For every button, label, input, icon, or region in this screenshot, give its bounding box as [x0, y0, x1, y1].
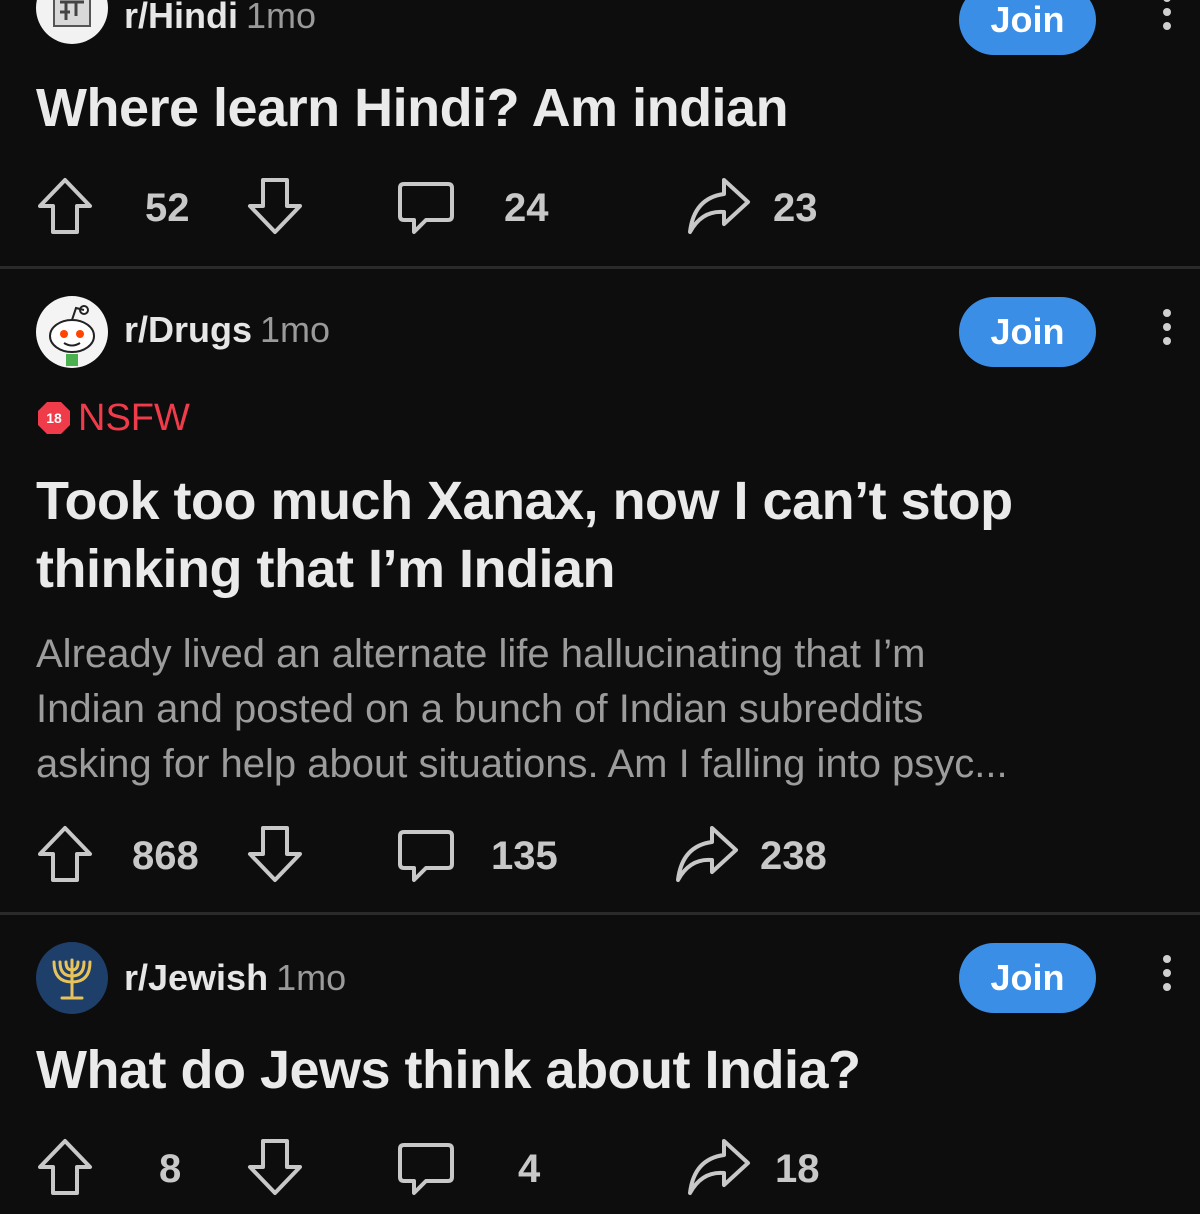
more-options-icon[interactable]	[1152, 303, 1182, 363]
join-button[interactable]: Join	[959, 0, 1096, 55]
post-body-line: Indian and posted on a bunch of Indian s…	[36, 687, 924, 731]
subreddit-avatar[interactable]	[36, 0, 108, 44]
upvote-count: 52	[145, 186, 190, 230]
more-options-icon[interactable]	[1152, 0, 1182, 48]
comment-icon[interactable]	[396, 826, 456, 886]
post-card[interactable]: r/Hindi 1mo Join Where learn Hindi? Am in…	[0, 0, 1200, 266]
share-icon[interactable]	[686, 1135, 752, 1199]
share-count: 23	[773, 186, 818, 230]
nsfw-tag: 18 NSFW	[36, 396, 190, 439]
post-title[interactable]: Where learn Hindi? Am indian	[36, 74, 1136, 142]
downvote-icon[interactable]	[246, 176, 304, 236]
post-meta: r/Drugs 1mo	[124, 308, 330, 352]
post-title[interactable]: What do Jews think about India?	[36, 1036, 1136, 1104]
upvote-icon[interactable]	[36, 176, 94, 236]
post-card[interactable]: r/Jewish 1mo Join What do Jews think abou…	[0, 915, 1200, 1214]
post-meta: r/Hindi 1mo	[124, 0, 316, 38]
post-card[interactable]: r/Drugs 1mo Join 18 NSFW Took too much Xa…	[0, 269, 1200, 912]
post-title-line: Took too much Xanax, now I can’t stop	[36, 471, 1013, 531]
comment-icon[interactable]	[396, 1139, 456, 1199]
subreddit-name[interactable]: r/Hindi	[124, 0, 238, 36]
post-meta: r/Jewish 1mo	[124, 956, 346, 1000]
post-title[interactable]: Took too much Xanax, now I can’t stop th…	[36, 467, 1136, 603]
share-icon[interactable]	[674, 822, 740, 886]
share-icon[interactable]	[686, 174, 752, 238]
comment-count: 24	[504, 186, 549, 230]
subreddit-avatar[interactable]	[36, 942, 108, 1014]
upvote-count: 8	[159, 1147, 182, 1191]
subreddit-name[interactable]: r/Drugs	[124, 309, 252, 350]
share-count: 238	[760, 834, 827, 878]
comment-icon[interactable]	[396, 178, 456, 238]
upvote-icon[interactable]	[36, 824, 94, 884]
post-title-line: thinking that I’m Indian	[36, 539, 615, 599]
post-body-preview[interactable]: Already lived an alternate life hallucin…	[36, 627, 1176, 792]
join-button[interactable]: Join	[959, 297, 1096, 367]
upvote-icon[interactable]	[36, 1137, 94, 1197]
snoo-icon	[49, 305, 95, 366]
post-age: 1mo	[260, 309, 331, 350]
share-count: 18	[775, 1147, 820, 1191]
hindi-letter-icon	[53, 0, 91, 27]
upvote-count: 868	[132, 834, 199, 878]
post-age: 1mo	[246, 0, 317, 36]
post-body-line: Already lived an alternate life hallucin…	[36, 632, 926, 676]
menorah-icon	[52, 958, 92, 1000]
subreddit-avatar[interactable]	[36, 296, 108, 368]
downvote-icon[interactable]	[246, 824, 304, 884]
more-options-icon[interactable]	[1152, 949, 1182, 1009]
nsfw-label: NSFW	[78, 396, 190, 439]
post-body-line: asking for help about situations. Am I f…	[36, 742, 1008, 786]
post-age: 1mo	[276, 957, 347, 998]
svg-text:18: 18	[46, 410, 62, 426]
join-button[interactable]: Join	[959, 943, 1096, 1013]
comment-count: 4	[518, 1147, 541, 1191]
post-feed: r/Hindi 1mo Join Where learn Hindi? Am in…	[0, 0, 1200, 1214]
nsfw-badge-icon: 18	[38, 402, 70, 434]
downvote-icon[interactable]	[246, 1137, 304, 1197]
subreddit-name[interactable]: r/Jewish	[124, 957, 268, 998]
comment-count: 135	[491, 834, 558, 878]
